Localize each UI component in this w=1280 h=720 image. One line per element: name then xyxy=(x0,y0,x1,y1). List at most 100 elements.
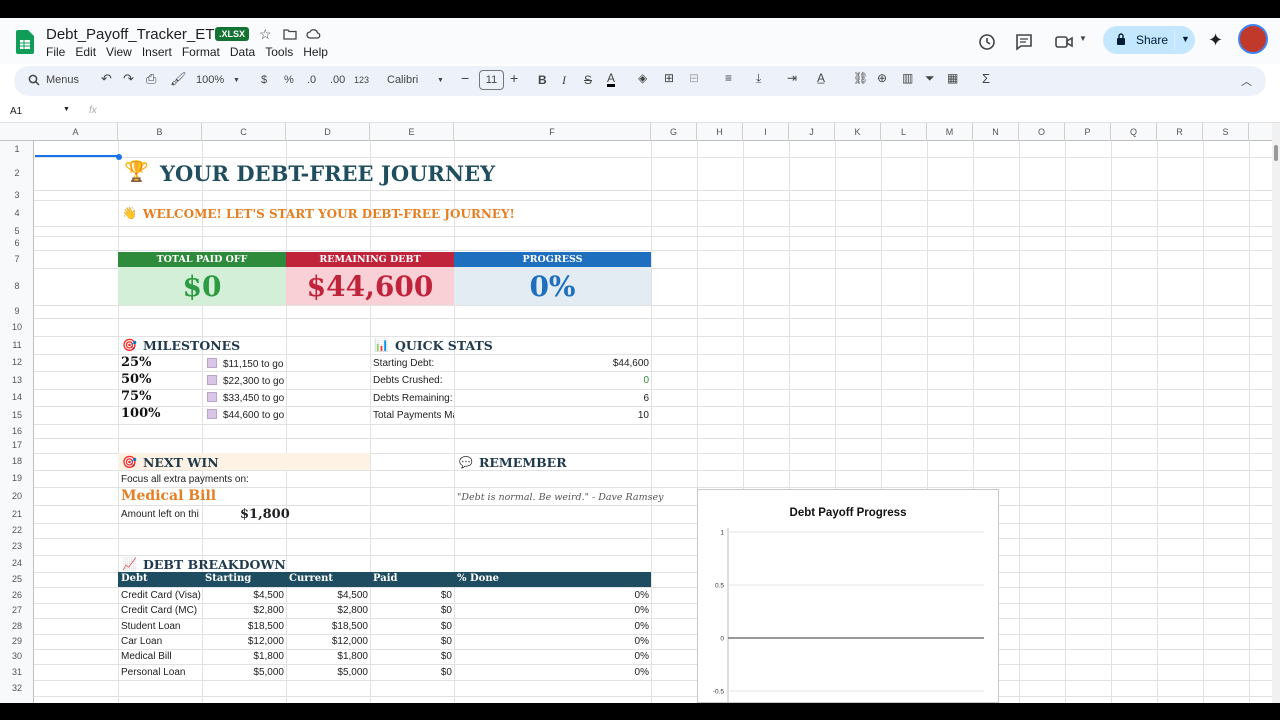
row-header-19[interactable]: 19 xyxy=(0,473,34,483)
row-header-23[interactable]: 23 xyxy=(0,541,34,551)
paint-format-icon[interactable]: 🖌 xyxy=(170,71,187,87)
meet-dropdown-icon[interactable]: ▼ xyxy=(1079,34,1087,43)
undo-icon[interactable]: ↶ xyxy=(101,71,112,87)
font-dropdown-icon[interactable]: ▼ xyxy=(437,77,444,84)
row-header-15[interactable]: 15 xyxy=(0,410,34,420)
row-header-31[interactable]: 31 xyxy=(0,667,34,677)
row-header-6[interactable]: 6 xyxy=(0,238,34,248)
text-color-icon[interactable]: A xyxy=(607,72,616,87)
menu-view[interactable]: View xyxy=(106,45,132,59)
row-header-14[interactable]: 14 xyxy=(0,392,34,402)
font-family-select[interactable]: Calibri xyxy=(387,74,418,86)
increase-font-size-icon[interactable]: + xyxy=(510,70,518,86)
column-header-h[interactable]: H xyxy=(697,123,743,141)
menu-edit[interactable]: Edit xyxy=(75,45,96,59)
version-history-icon[interactable] xyxy=(977,32,997,52)
checkbox-icon[interactable] xyxy=(207,392,217,402)
decrease-decimal-button[interactable]: .0 xyxy=(307,74,316,86)
text-rotation-icon[interactable]: A̲ xyxy=(817,71,825,85)
row-header-28[interactable]: 28 xyxy=(0,621,34,631)
column-header-e[interactable]: E xyxy=(370,123,454,141)
row-header-20[interactable]: 20 xyxy=(0,491,34,501)
column-header-k[interactable]: K xyxy=(835,123,881,141)
column-header-d[interactable]: D xyxy=(286,123,370,141)
row-header-1[interactable]: 1 xyxy=(0,144,34,154)
row-header-29[interactable]: 29 xyxy=(0,636,34,646)
bold-icon[interactable]: B xyxy=(538,73,547,87)
row-header-8[interactable]: 8 xyxy=(0,281,34,291)
row-header-10[interactable]: 10 xyxy=(0,322,34,332)
horizontal-align-icon[interactable]: ≡ xyxy=(725,71,732,85)
collapse-menus-icon[interactable]: ︿ xyxy=(1241,73,1252,89)
decrease-font-size-icon[interactable]: − xyxy=(461,70,469,86)
filter-views-icon[interactable]: ▦ xyxy=(947,71,958,85)
merge-cells-icon[interactable]: ⊟ xyxy=(689,71,699,85)
column-header-p[interactable]: P xyxy=(1065,123,1111,141)
column-header-n[interactable]: N xyxy=(973,123,1019,141)
selected-cell-a1[interactable] xyxy=(35,141,119,157)
column-header-j[interactable]: J xyxy=(789,123,835,141)
column-header-q[interactable]: Q xyxy=(1111,123,1157,141)
row-header-9[interactable]: 9 xyxy=(0,306,34,316)
account-avatar[interactable] xyxy=(1238,24,1268,54)
share-dropdown-icon[interactable]: ▼ xyxy=(1181,34,1190,44)
row-header-24[interactable]: 24 xyxy=(0,558,34,568)
column-header-s[interactable]: S xyxy=(1203,123,1249,141)
row-header-22[interactable]: 22 xyxy=(0,525,34,535)
row-header-27[interactable]: 27 xyxy=(0,605,34,615)
column-header-a[interactable]: A xyxy=(34,123,118,141)
text-wrapping-icon[interactable]: ⇥ xyxy=(787,71,797,85)
menu-format[interactable]: Format xyxy=(182,45,220,59)
row-header-7[interactable]: 7 xyxy=(0,254,34,264)
row-header-3[interactable]: 3 xyxy=(0,190,34,200)
column-header-c[interactable]: C xyxy=(202,123,286,141)
zoom-dropdown-icon[interactable]: ▼ xyxy=(233,77,240,84)
checkbox-icon[interactable] xyxy=(207,409,217,419)
cloud-status-icon[interactable] xyxy=(306,28,321,39)
cell-grid[interactable] xyxy=(34,141,1272,703)
menu-data[interactable]: Data xyxy=(230,45,255,59)
share-button[interactable]: Share ▼ xyxy=(1103,26,1195,54)
scrollbar-thumb[interactable] xyxy=(1274,145,1278,161)
name-box[interactable]: A1 xyxy=(10,106,22,117)
column-header-o[interactable]: O xyxy=(1019,123,1065,141)
functions-icon[interactable]: Σ xyxy=(982,71,990,86)
move-folder-icon[interactable] xyxy=(283,28,297,40)
insert-chart-icon[interactable]: ▥ xyxy=(902,71,913,85)
row-header-13[interactable]: 13 xyxy=(0,375,34,385)
fill-handle[interactable] xyxy=(116,154,122,160)
checkbox-icon[interactable] xyxy=(207,375,217,385)
italic-icon[interactable]: I xyxy=(562,73,566,88)
column-header-f[interactable]: F xyxy=(454,123,651,141)
row-header-11[interactable]: 11 xyxy=(0,340,34,350)
sheets-logo-icon[interactable] xyxy=(16,30,34,54)
menu-insert[interactable]: Insert xyxy=(142,45,172,59)
column-header-g[interactable]: G xyxy=(651,123,697,141)
insert-comment-icon[interactable]: ⊕ xyxy=(877,71,887,85)
percent-format-button[interactable]: % xyxy=(284,74,294,86)
font-size-input[interactable]: 11 xyxy=(479,70,504,90)
column-header-l[interactable]: L xyxy=(881,123,927,141)
gemini-sparkle-icon[interactable]: ✦ xyxy=(1208,30,1223,51)
row-header-25[interactable]: 25 xyxy=(0,574,34,584)
menu-tools[interactable]: Tools xyxy=(265,45,293,59)
row-header-18[interactable]: 18 xyxy=(0,456,34,466)
vertical-scrollbar[interactable] xyxy=(1272,123,1280,703)
menu-help[interactable]: Help xyxy=(303,45,328,59)
row-header-26[interactable]: 26 xyxy=(0,590,34,600)
row-header-12[interactable]: 12 xyxy=(0,357,34,367)
vertical-align-icon[interactable]: ⤓ xyxy=(756,71,761,86)
comments-icon[interactable] xyxy=(1014,32,1034,52)
currency-format-button[interactable]: $ xyxy=(261,74,267,86)
row-header-21[interactable]: 21 xyxy=(0,509,34,519)
row-header-2[interactable]: 2 xyxy=(0,168,34,178)
strikethrough-icon[interactable]: S xyxy=(584,73,592,87)
column-header-i[interactable]: I xyxy=(743,123,789,141)
menus-search[interactable]: Menus xyxy=(24,71,94,91)
borders-icon[interactable]: ⊞ xyxy=(664,71,674,85)
row-header-4[interactable]: 4 xyxy=(0,208,34,218)
row-header-17[interactable]: 17 xyxy=(0,440,34,450)
meet-video-icon[interactable] xyxy=(1054,32,1074,52)
name-box-dropdown-icon[interactable]: ▼ xyxy=(63,106,70,113)
row-header-32[interactable]: 32 xyxy=(0,683,34,693)
